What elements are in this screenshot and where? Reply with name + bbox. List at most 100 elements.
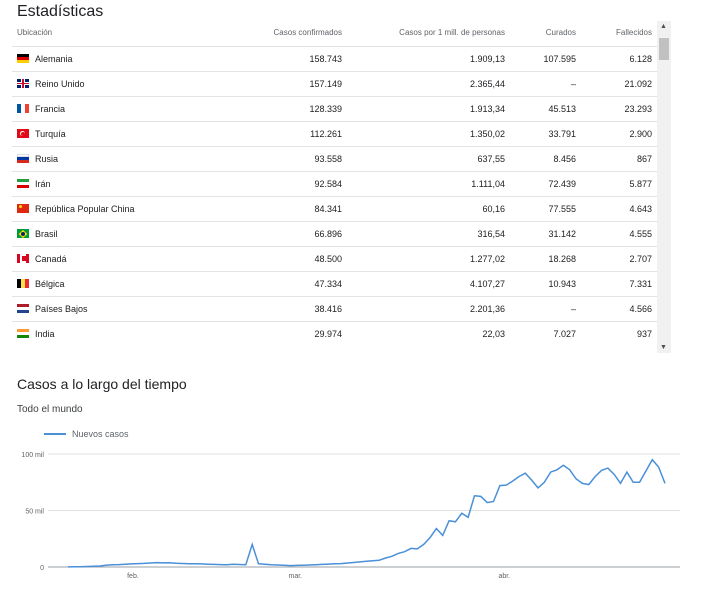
scrollbar-thumb[interactable]	[659, 38, 669, 60]
column-header-confirmed[interactable]: Casos confirmados	[182, 18, 342, 47]
table-row[interactable]: Irán 92.584 1.111,04 72.439 5.877	[12, 171, 662, 197]
x-tick-label: mar.	[289, 573, 303, 580]
table-row[interactable]: Bélgica 47.334 4.107,27 10.943 7.331	[12, 271, 662, 297]
brazil-flag-icon	[17, 229, 29, 238]
cell-deaths: 5.877	[576, 171, 662, 197]
cell-location: Brasil	[12, 221, 182, 247]
cell-deaths: 2.707	[576, 246, 662, 272]
chart-section-title: Casos a lo largo del tiempo	[17, 376, 187, 392]
country-name: Reino Unido	[35, 79, 85, 89]
netherlands-flag-icon	[17, 304, 29, 313]
cell-deaths: 937	[576, 321, 662, 346]
country-name: República Popular China	[35, 204, 135, 214]
scroll-down-arrow-icon[interactable]: ▼	[660, 344, 667, 351]
table-row[interactable]: Rusia 93.558 637,55 8.456 867	[12, 146, 662, 172]
cell-deaths: 6.128	[576, 46, 662, 72]
cell-per-million: 60,16	[342, 196, 505, 222]
russia-flag-icon	[17, 154, 29, 163]
legend-label[interactable]: Nuevos casos	[72, 429, 129, 439]
stats-table: Ubicación Casos confirmados Casos por 1 …	[12, 18, 662, 346]
cell-location: Irán	[12, 171, 182, 197]
cell-per-million: 1.909,13	[342, 46, 505, 72]
new-cases-line-chart: 0 50 mil 100 mil feb. mar. abr. Nuevos casos	[21, 429, 680, 580]
china-flag-icon	[17, 204, 29, 213]
cell-per-million: 1.913,34	[342, 96, 505, 122]
cell-confirmed: 158.743	[182, 46, 342, 72]
cell-location: Francia	[12, 96, 182, 122]
country-name: Rusia	[35, 154, 59, 164]
germany-flag-icon	[17, 54, 29, 63]
series-line-new-cases[interactable]	[67, 458, 666, 568]
stats-table-container: Ubicación Casos confirmados Casos por 1 …	[12, 18, 673, 353]
table-row[interactable]: India 29.974 22,03 7.027 937	[12, 321, 662, 346]
cell-location: India	[12, 321, 182, 346]
cell-location: Alemania	[12, 46, 182, 72]
france-flag-icon	[17, 104, 29, 113]
table-scrollbar[interactable]: ▲ ▼	[657, 21, 671, 353]
country-name: Brasil	[35, 229, 58, 239]
cell-per-million: 1.111,04	[342, 171, 505, 197]
cell-recovered: 18.268	[505, 246, 576, 272]
cell-deaths: 4.643	[576, 196, 662, 222]
column-header-per-million[interactable]: Casos por 1 mill. de personas	[342, 18, 505, 47]
table-row[interactable]: Canadá 48.500 1.277,02 18.268 2.707	[12, 246, 662, 272]
table-header-row: Ubicación Casos confirmados Casos por 1 …	[12, 18, 662, 47]
y-tick-label: 50 mil	[25, 509, 44, 516]
column-header-deaths[interactable]: Fallecidos	[576, 18, 662, 47]
table-row[interactable]: Alemania 158.743 1.909,13 107.595 6.128	[12, 46, 662, 72]
cell-per-million: 2.201,36	[342, 296, 505, 322]
country-name: Turquía	[35, 129, 66, 139]
cell-recovered: –	[505, 71, 576, 97]
cell-location: Países Bajos	[12, 296, 182, 322]
cell-recovered: 45.513	[505, 96, 576, 122]
cell-location: Bélgica	[12, 271, 182, 297]
cell-confirmed: 29.974	[182, 321, 342, 346]
cell-deaths: 23.293	[576, 96, 662, 122]
table-row[interactable]: Francia 128.339 1.913,34 45.513 23.293	[12, 96, 662, 122]
cell-recovered: 77.555	[505, 196, 576, 222]
turkey-flag-icon	[17, 129, 29, 138]
cell-location: Turquía	[12, 121, 182, 147]
cell-per-million: 4.107,27	[342, 271, 505, 297]
x-tick-label: abr.	[498, 573, 510, 580]
cell-deaths: 7.331	[576, 271, 662, 297]
cell-location: Canadá	[12, 246, 182, 272]
country-name: Bélgica	[35, 279, 65, 289]
y-tick-label: 0	[40, 565, 44, 572]
scroll-up-arrow-icon[interactable]: ▲	[660, 23, 667, 30]
table-row[interactable]: Reino Unido 157.149 2.365,44–21.092	[12, 71, 662, 97]
cell-location: República Popular China	[12, 196, 182, 222]
cell-confirmed: 47.334	[182, 271, 342, 297]
cell-confirmed: 112.261	[182, 121, 342, 147]
cell-deaths: 4.566	[576, 296, 662, 322]
y-tick-label: 100 mil	[21, 452, 44, 459]
iran-flag-icon	[17, 179, 29, 188]
table-row[interactable]: Turquía 112.261 1.350,02 33.791 2.900	[12, 121, 662, 147]
country-name: Irán	[35, 179, 51, 189]
cell-confirmed: 128.339	[182, 96, 342, 122]
cell-confirmed: 84.341	[182, 196, 342, 222]
india-flag-icon	[17, 329, 29, 338]
x-tick-label: feb.	[127, 573, 139, 580]
column-header-recovered[interactable]: Curados	[505, 18, 576, 47]
cell-per-million: 1.277,02	[342, 246, 505, 272]
uk-flag-icon	[17, 79, 29, 88]
cell-deaths: 21.092	[576, 71, 662, 97]
cell-recovered: 33.791	[505, 121, 576, 147]
column-header-location[interactable]: Ubicación	[12, 18, 182, 47]
cell-deaths: 4.555	[576, 221, 662, 247]
cell-confirmed: 66.896	[182, 221, 342, 247]
table-row[interactable]: Brasil 66.896 316,54 31.142 4.555	[12, 221, 662, 247]
cell-confirmed: 93.558	[182, 146, 342, 172]
cell-recovered: –	[505, 296, 576, 322]
table-row[interactable]: Países Bajos 38.416 2.201,36–4.566	[12, 296, 662, 322]
table-row[interactable]: República Popular China 84.341 60,16 77.555…	[12, 196, 662, 222]
country-name: India	[35, 329, 55, 339]
cell-confirmed: 157.149	[182, 71, 342, 97]
chart-scope-label[interactable]: Todo el mundo	[17, 404, 83, 415]
cell-location: Rusia	[12, 146, 182, 172]
cell-location: Reino Unido	[12, 71, 182, 97]
cell-recovered: 31.142	[505, 221, 576, 247]
cell-per-million: 2.365,44	[342, 71, 505, 97]
belgium-flag-icon	[17, 279, 29, 288]
